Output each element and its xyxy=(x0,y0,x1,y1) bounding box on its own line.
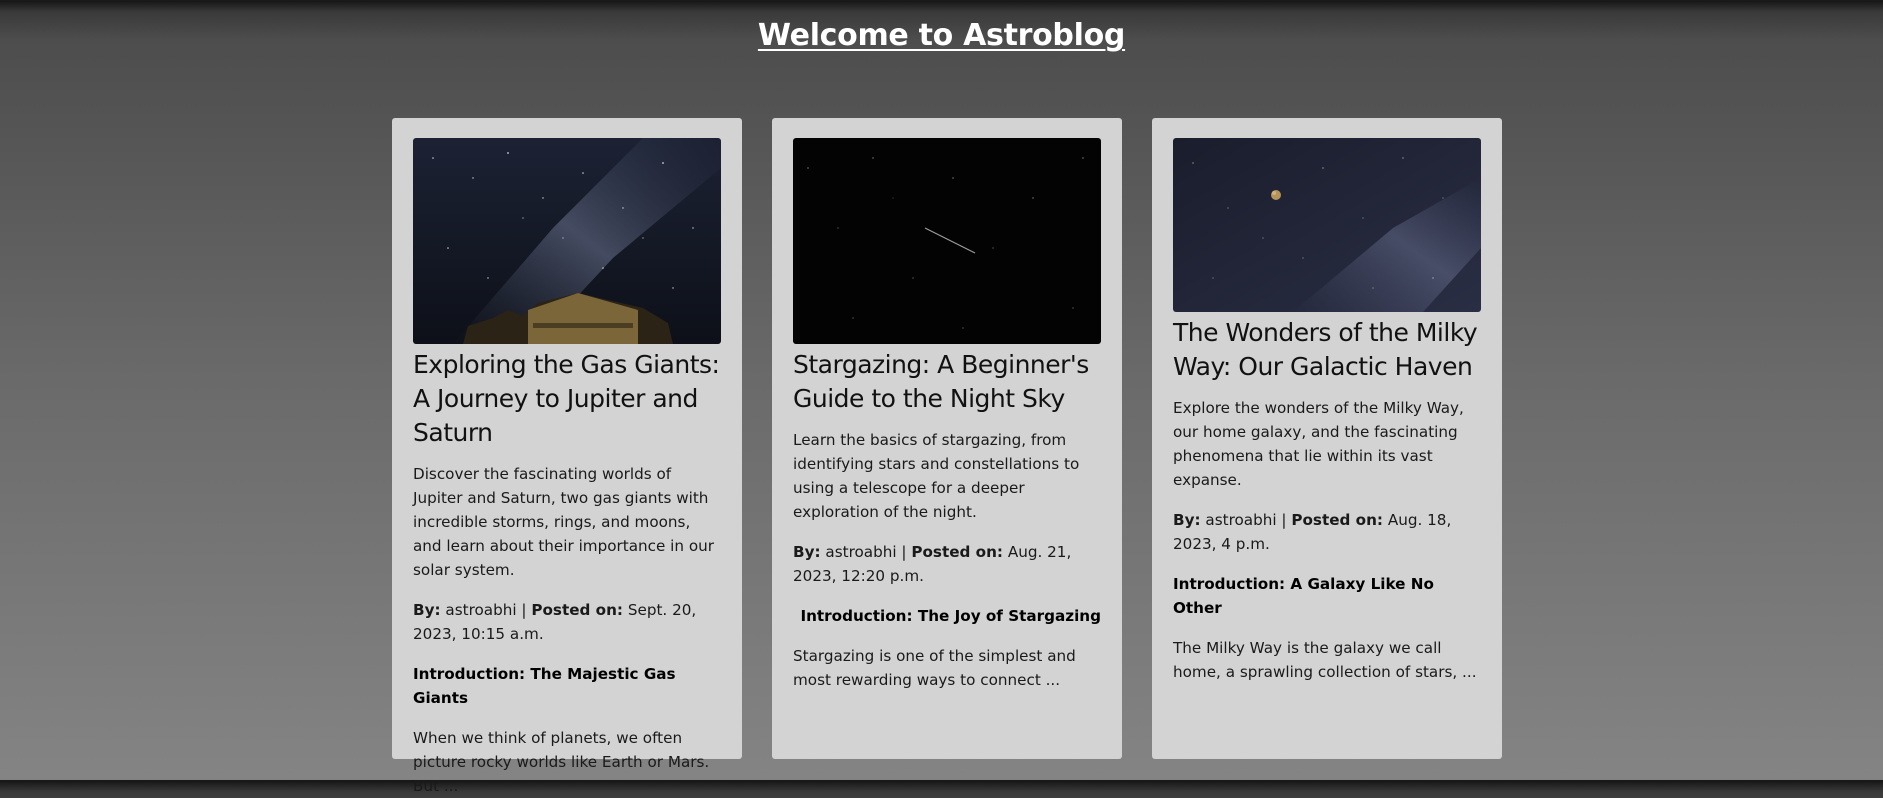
post-card: The Wonders of the Milky Way: Our Galact… xyxy=(1152,118,1502,759)
posted-label: Posted on: xyxy=(1291,511,1383,529)
post-title-link[interactable]: The Wonders of the Milky Way: Our Galact… xyxy=(1173,318,1478,381)
post-meta: By: astroabhi | Posted on: Aug. 18, 2023… xyxy=(1173,508,1481,556)
post-title-link[interactable]: Exploring the Gas Giants: A Journey to J… xyxy=(413,350,720,447)
by-label: By: xyxy=(413,601,441,619)
post-author: astroabhi xyxy=(445,601,517,619)
post-body-preview: When we think of planets, we often pictu… xyxy=(413,729,710,795)
post-body-preview: The Milky Way is the galaxy we call home… xyxy=(1173,639,1477,681)
post-meta: By: astroabhi | Posted on: Aug. 21, 2023… xyxy=(793,540,1101,588)
post-intro-heading: Introduction: The Majestic Gas Giants xyxy=(413,665,676,707)
by-label: By: xyxy=(1173,511,1201,529)
post-card: Exploring the Gas Giants: A Journey to J… xyxy=(392,118,742,795)
post-intro-heading: Introduction: The Joy of Stargazing xyxy=(800,607,1101,625)
site-title: Welcome to Astroblog xyxy=(0,18,1883,53)
post-title: Exploring the Gas Giants: A Journey to J… xyxy=(413,348,721,450)
milky-way-house-image xyxy=(413,138,721,344)
post-intro-heading: Introduction: A Galaxy Like No Other xyxy=(1173,575,1434,617)
post-meta: By: astroabhi | Posted on: Sept. 20, 202… xyxy=(413,598,721,646)
posted-label: Posted on: xyxy=(531,601,623,619)
post-title-link[interactable]: Stargazing: A Beginner's Guide to the Ni… xyxy=(793,350,1089,413)
post-card: Stargazing: A Beginner's Guide to the Ni… xyxy=(772,118,1122,759)
post-body-preview: Stargazing is one of the simplest and mo… xyxy=(793,647,1076,689)
site-title-link[interactable]: Welcome to Astroblog xyxy=(758,18,1125,53)
meta-separator: | xyxy=(901,543,907,561)
post-author: astroabhi xyxy=(825,543,897,561)
post-title: Stargazing: A Beginner's Guide to the Ni… xyxy=(793,348,1101,416)
milky-way-moon-image xyxy=(1173,138,1481,312)
posted-label: Posted on: xyxy=(911,543,1003,561)
post-excerpt: Explore the wonders of the Milky Way, ou… xyxy=(1173,399,1464,489)
post-thumbnail-link[interactable] xyxy=(793,138,1101,344)
post-thumbnail-link[interactable] xyxy=(413,138,721,344)
post-excerpt: Discover the fascinating worlds of Jupit… xyxy=(413,465,714,579)
post-thumbnail-link[interactable] xyxy=(1173,138,1481,312)
post-excerpt: Learn the basics of stargazing, from ide… xyxy=(793,431,1080,521)
post-title: The Wonders of the Milky Way: Our Galact… xyxy=(1173,316,1481,384)
night-sky-meteor-image xyxy=(793,138,1101,344)
post-author: astroabhi xyxy=(1205,511,1277,529)
meta-separator: | xyxy=(521,601,527,619)
meta-separator: | xyxy=(1281,511,1287,529)
by-label: By: xyxy=(793,543,821,561)
